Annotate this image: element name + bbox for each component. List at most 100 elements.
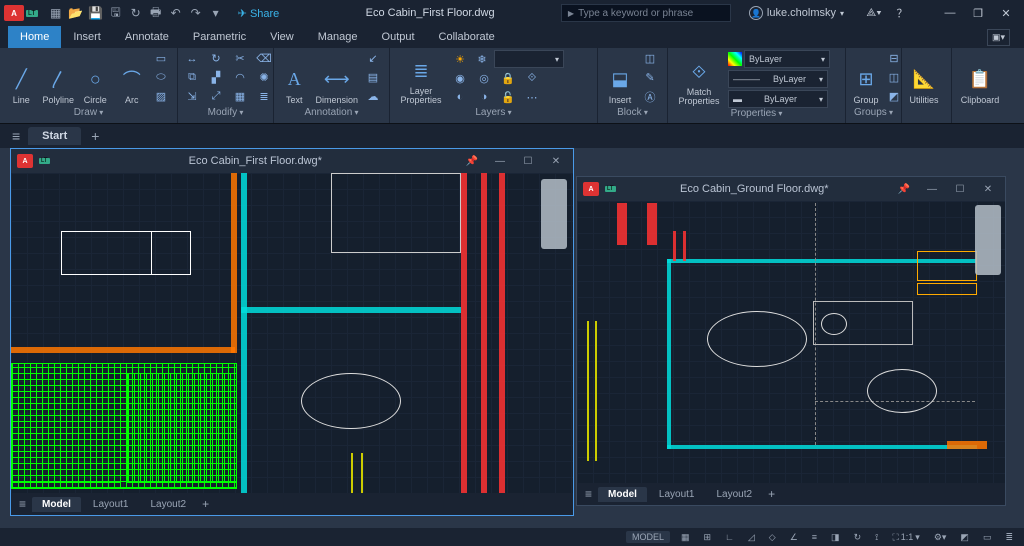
layer-properties-button[interactable]: ≣Layer Properties [394, 50, 448, 107]
rect-icon[interactable]: ▭ [151, 51, 171, 67]
window2-tab-add[interactable]: + [764, 487, 779, 501]
panel-groups-title[interactable]: Groups [850, 107, 897, 123]
layer-state-icon[interactable]: ☀ [450, 51, 470, 67]
window1-tab-add[interactable]: + [198, 497, 213, 511]
tab-collaborate[interactable]: Collaborate [427, 26, 507, 48]
edit-block-icon[interactable]: ✎ [640, 70, 660, 86]
ellipse-icon[interactable]: ⬭ [151, 70, 171, 86]
ribbon-options[interactable]: ▣▾ [987, 29, 1010, 46]
tab-output[interactable]: Output [370, 26, 427, 48]
window1-pin-icon[interactable]: 📌 [461, 156, 483, 167]
tab-insert[interactable]: Insert [61, 26, 113, 48]
status-custom-icon[interactable]: ≣ [1002, 532, 1016, 543]
window2-maximize[interactable]: ☐ [949, 184, 971, 195]
cloud-icon[interactable]: ☁ [363, 89, 383, 105]
status-polar-icon[interactable]: ◿ [745, 532, 758, 543]
color-dropdown[interactable]: ByLayer [744, 50, 830, 68]
app-logo[interactable]: A [4, 5, 24, 21]
window2-titlebar[interactable]: ALT Eco Cabin_Ground Floor.dwg* 📌 — ☐ ✕ [577, 177, 1005, 201]
offset-icon[interactable]: ≣ [254, 89, 274, 105]
restore-button[interactable]: ❐ [964, 3, 992, 23]
create-block-icon[interactable]: ◫ [640, 51, 660, 67]
window1-canvas[interactable] [11, 173, 573, 493]
panel-layers-title[interactable]: Layers [394, 107, 593, 123]
layer-unlock-icon[interactable]: 🔓 [498, 89, 518, 105]
polyline-button[interactable]: 〳Polyline [40, 50, 76, 107]
status-grid-icon[interactable]: ▦ [678, 532, 693, 543]
status-cycling-icon[interactable]: ↻ [851, 532, 865, 543]
insert-button[interactable]: ⬓Insert [602, 50, 638, 107]
status-ortho-icon[interactable]: ∟ [722, 532, 737, 542]
group-edit-icon[interactable]: ◫ [884, 70, 904, 86]
status-model[interactable]: MODEL [626, 531, 670, 543]
window2-minimize[interactable]: — [921, 184, 943, 195]
stretch-icon[interactable]: ⇲ [182, 89, 202, 105]
tab-annotate[interactable]: Annotate [113, 26, 181, 48]
color-swatch[interactable] [728, 52, 742, 66]
new-icon[interactable]: ▦ [47, 4, 65, 22]
window1-close[interactable]: ✕ [545, 156, 567, 167]
window1-titlebar[interactable]: ALT Eco Cabin_First Floor.dwg* 📌 — ☐ ✕ [11, 149, 573, 173]
close-button[interactable]: ✕ [992, 3, 1020, 23]
panel-annotation-title[interactable]: Annotation [278, 107, 385, 123]
doctabs-menu-icon[interactable]: ≡ [8, 128, 24, 144]
panel-draw-title[interactable]: Draw [4, 107, 173, 123]
save-icon[interactable]: 💾 [87, 4, 105, 22]
window2-pin-icon[interactable]: 📌 [893, 184, 915, 195]
clipboard-button[interactable]: 📋Clipboard [956, 50, 1004, 107]
autodesk-icon[interactable]: ⟁▾ [860, 3, 888, 23]
rotate-icon[interactable]: ↻ [206, 51, 226, 67]
status-osnap-icon[interactable]: ◇ [766, 532, 779, 543]
erase-icon[interactable]: ⌫ [254, 51, 274, 67]
fillet-icon[interactable]: ◠ [230, 70, 250, 86]
status-clean-icon[interactable]: ▭ [980, 532, 995, 543]
status-snap-icon[interactable]: ⊞ [701, 532, 715, 543]
status-transparency-icon[interactable]: ◨ [828, 532, 843, 543]
window1-maximize[interactable]: ☐ [517, 156, 539, 167]
layer-dropdown[interactable] [494, 50, 564, 68]
window2-tab-layout2[interactable]: Layout2 [707, 487, 763, 502]
layer-off-icon[interactable]: ◉ [450, 70, 470, 86]
arc-button[interactable]: ⌒Arc [115, 50, 149, 107]
help-icon[interactable]: ？ [888, 3, 916, 23]
lineweight-dropdown[interactable]: ▬ ByLayer [728, 90, 828, 108]
match-properties-button[interactable]: ⟐Match Properties [672, 50, 726, 108]
user-menu[interactable]: 👤 luke.cholmsky ▾ [749, 6, 844, 20]
nav-tools-2[interactable] [975, 205, 1001, 275]
move-icon[interactable]: ↔ [182, 51, 202, 67]
copy-icon[interactable]: ⧉ [182, 70, 202, 86]
tab-view[interactable]: View [258, 26, 306, 48]
window1-tab-layout1[interactable]: Layout1 [83, 497, 139, 512]
qat-more-icon[interactable]: ▾ [207, 4, 225, 22]
share-button[interactable]: ✈ Share [238, 7, 280, 20]
layer-thaw-icon[interactable]: ◑ [474, 89, 494, 105]
undo-icon[interactable]: ↶ [167, 4, 185, 22]
nav-tools-1[interactable] [541, 179, 567, 249]
group-button[interactable]: ⊞Group [850, 50, 882, 107]
redo-icon[interactable]: ↷ [187, 4, 205, 22]
status-workspace-icon[interactable]: ◩ [957, 532, 972, 543]
open-icon[interactable]: 📂 [67, 4, 85, 22]
mirror-icon[interactable]: ▞ [206, 70, 226, 86]
window1-tab-layout2[interactable]: Layout2 [141, 497, 197, 512]
drawing-window-2[interactable]: ALT Eco Cabin_Ground Floor.dwg* 📌 — ☐ ✕ [576, 176, 1006, 506]
window2-canvas[interactable] [577, 201, 1005, 483]
text-button[interactable]: AText [278, 50, 310, 107]
layer-on-icon[interactable]: ◐ [450, 89, 470, 105]
array-icon[interactable]: ▦ [230, 89, 250, 105]
window1-tab-model[interactable]: Model [32, 497, 81, 512]
window2-close[interactable]: ✕ [977, 184, 999, 195]
table-icon[interactable]: ▤ [363, 70, 383, 86]
status-annoscale-icon[interactable]: ⟟ [872, 532, 881, 543]
drawing-window-1[interactable]: ALT Eco Cabin_First Floor.dwg* 📌 — ☐ ✕ [10, 148, 574, 516]
panel-modify-title[interactable]: Modify [182, 107, 269, 123]
window2-tabs-menu[interactable]: ≡ [581, 487, 596, 501]
search-input[interactable]: Type a keyword or phrase [561, 4, 731, 22]
trim-icon[interactable]: ✂ [230, 51, 250, 67]
ungroup-icon[interactable]: ⊟ [884, 51, 904, 67]
utilities-button[interactable]: 📐Utilities [906, 50, 942, 107]
window2-tab-layout1[interactable]: Layout1 [649, 487, 705, 502]
layer-more-icon[interactable]: ⋯ [522, 89, 542, 105]
linetype-dropdown[interactable]: ——— ByLayer [728, 70, 828, 88]
status-gear-icon[interactable]: ⚙▾ [931, 532, 950, 543]
